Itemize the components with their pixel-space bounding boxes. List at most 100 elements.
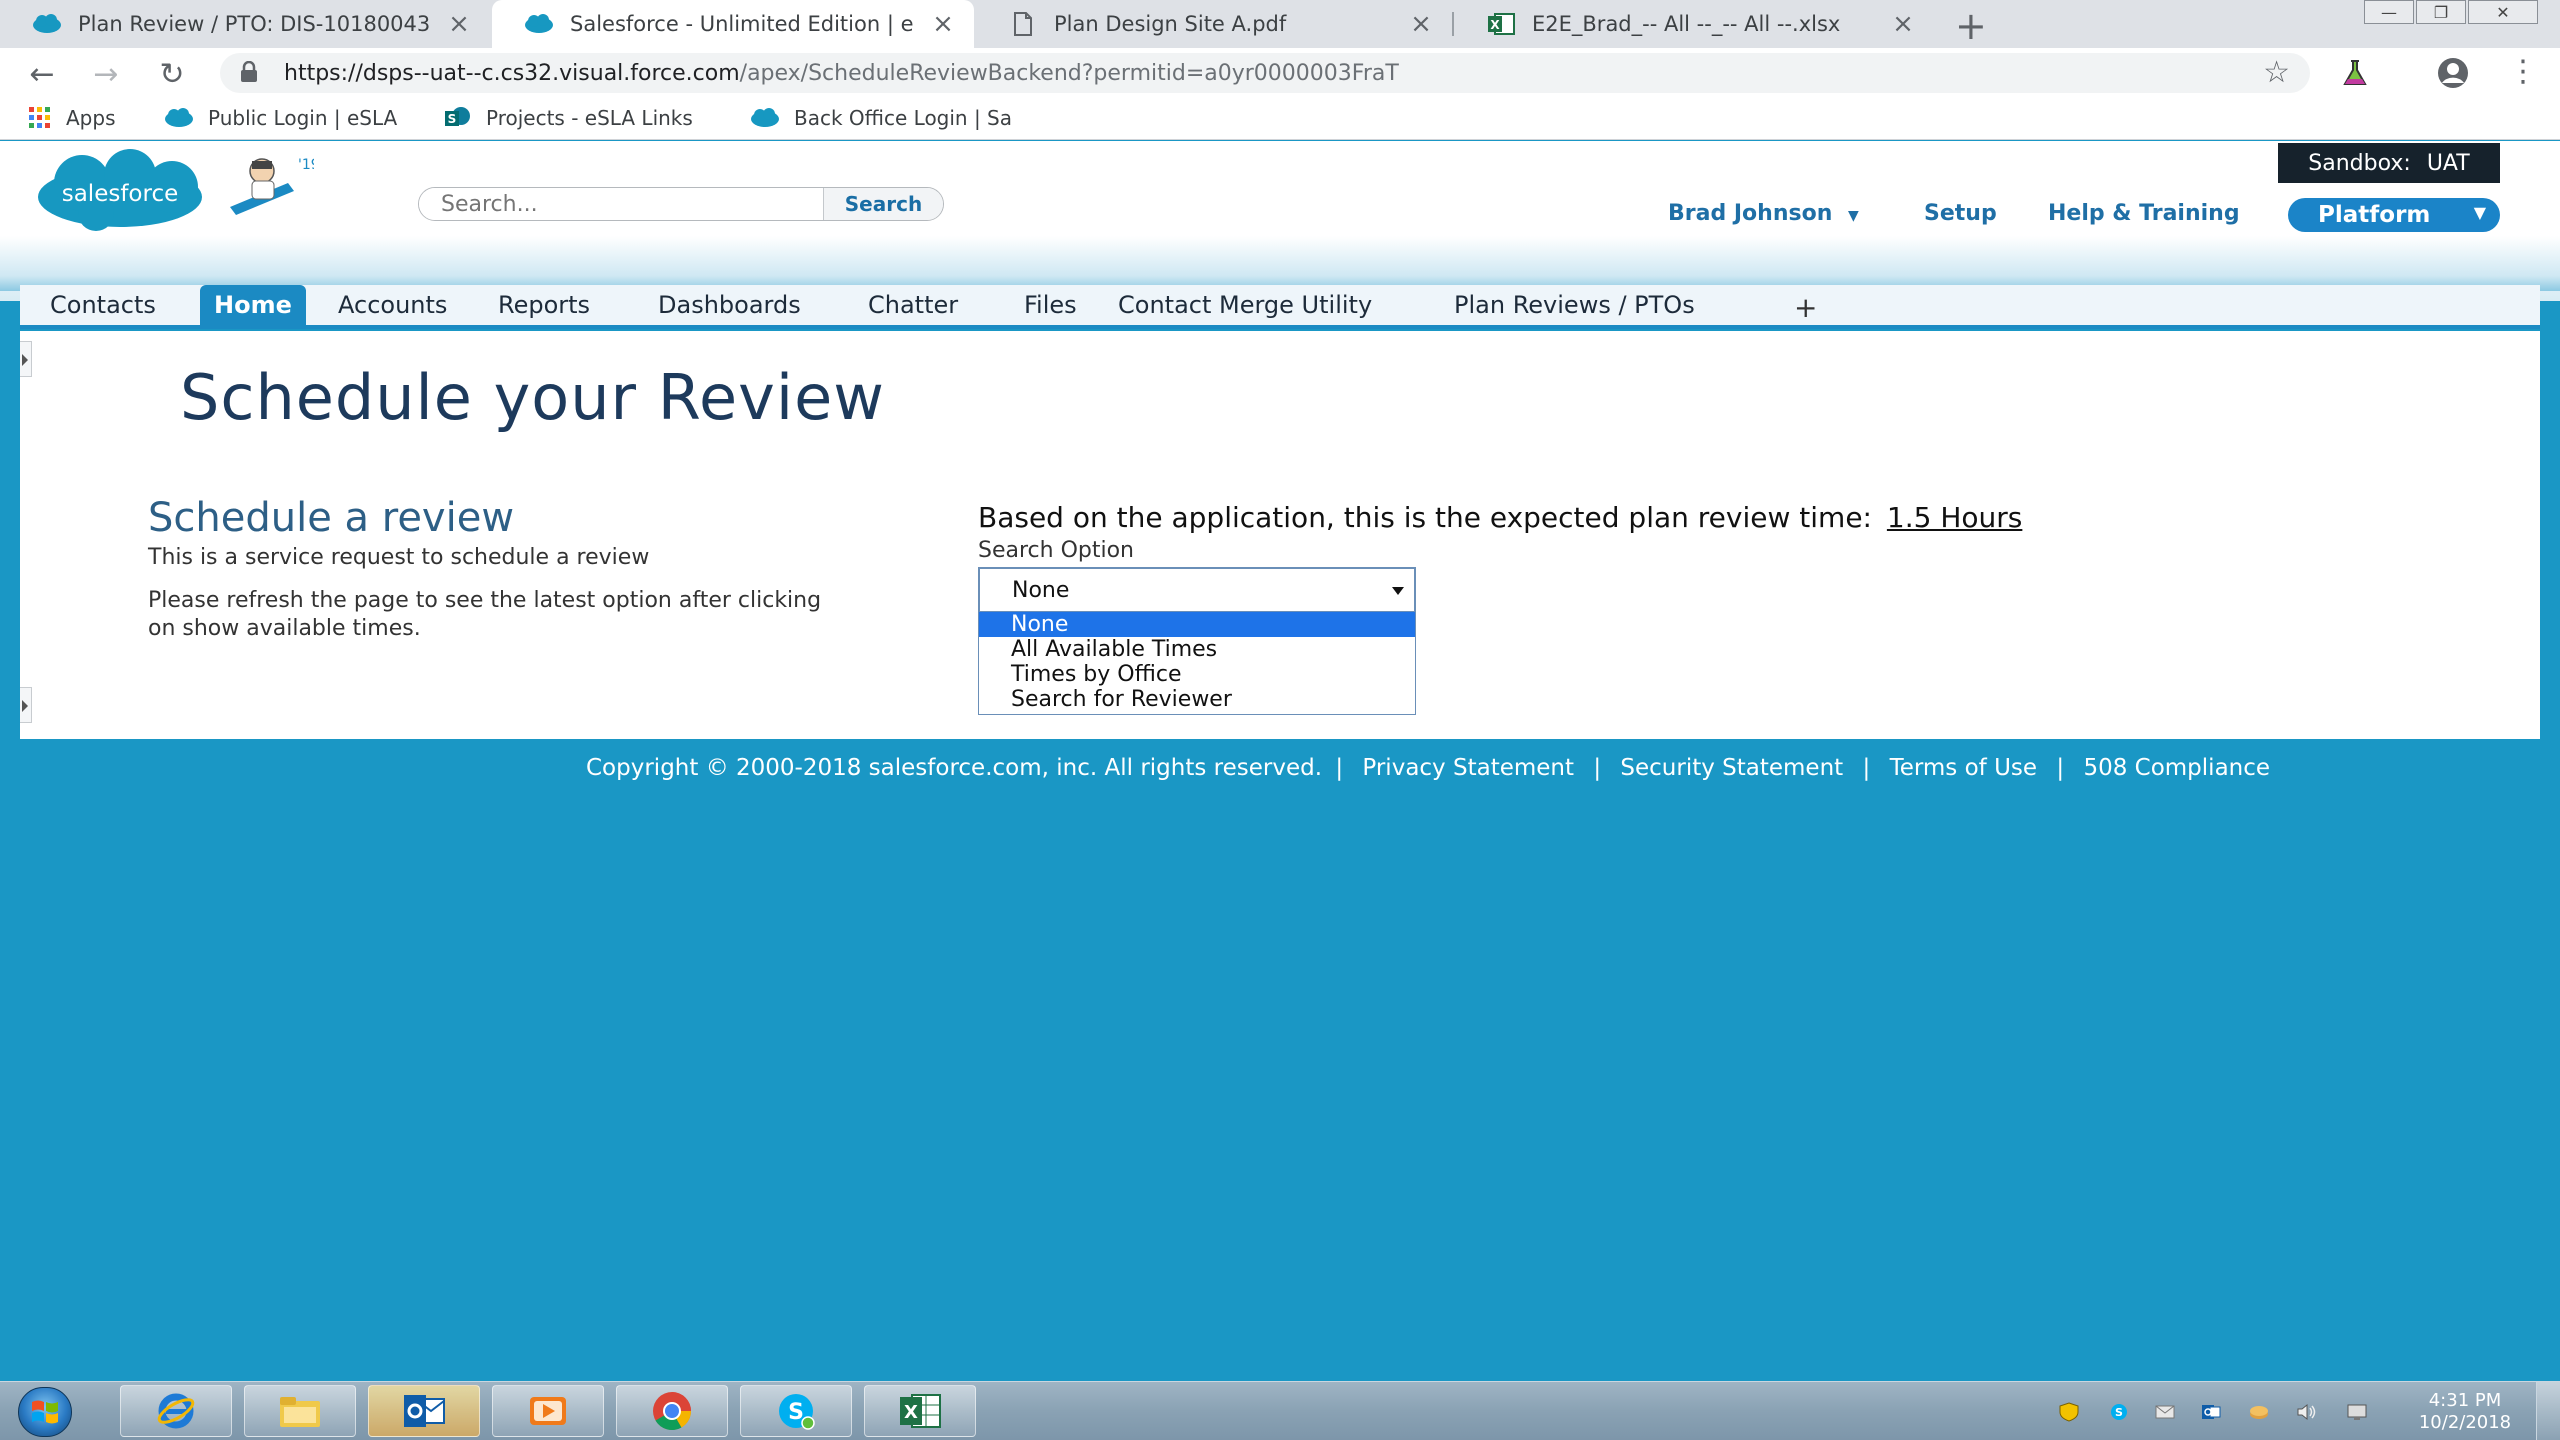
reload-icon[interactable]: ↻ [152, 54, 192, 94]
system-clock[interactable]: 4:31 PM 10/2/2018 [2400, 1390, 2530, 1434]
app-menu-label: Platform [2318, 202, 2431, 228]
bookmark-star-icon[interactable]: ☆ [2263, 55, 2290, 90]
bookmark-label: Back Office Login | Sa [794, 106, 1013, 130]
browser-tab-salesforce[interactable]: Salesforce - Unlimited Edition | e × [492, 0, 974, 48]
option-all-available-times[interactable]: All Available Times [979, 637, 1415, 662]
tab-contact-merge-utility[interactable]: Contact Merge Utility [1104, 285, 1386, 325]
search-option-select[interactable]: None [978, 567, 1416, 613]
main-content: Schedule your Review Schedule a review T… [20, 331, 2540, 739]
svg-text:S: S [448, 112, 457, 126]
browser-tab-pdf[interactable]: Plan Design Site A.pdf × [976, 0, 1452, 48]
user-name: Brad Johnson [1668, 201, 1833, 226]
salesforce-cloud-icon [32, 9, 62, 39]
bookmark-apps[interactable]: Apps [28, 106, 116, 130]
flask-extension-icon[interactable] [2340, 58, 2370, 92]
salesforce-page: salesforce '19 Search Sandbox: UAT Brad … [0, 141, 2560, 1381]
display-icon[interactable] [2346, 1402, 2368, 1422]
508-compliance-link[interactable]: 508 Compliance [2083, 755, 2270, 781]
profile-icon[interactable] [2436, 56, 2470, 94]
expected-review-label: Based on the application, this is the ex… [978, 501, 1872, 534]
option-none[interactable]: None [979, 612, 1415, 637]
search-input[interactable] [419, 188, 823, 220]
bookmark-public-login[interactable]: Public Login | eSLA [164, 106, 397, 130]
address-bar[interactable]: https://dsps--uat--c.cs32.visual.force.c… [220, 53, 2310, 93]
taskbar-chrome[interactable] [616, 1385, 728, 1437]
security-statement-link[interactable]: Security Statement [1620, 755, 1843, 781]
browser-tab-plan-review[interactable]: Plan Review / PTO: DIS-10180043 × [0, 0, 490, 48]
option-search-for-reviewer[interactable]: Search for Reviewer [979, 687, 1415, 712]
salesforce-logo[interactable]: salesforce [34, 149, 206, 237]
tab-accounts[interactable]: Accounts [324, 285, 461, 325]
close-tab-icon[interactable]: × [926, 9, 960, 39]
salesforce-cloud-icon [164, 108, 194, 128]
close-tab-icon[interactable]: × [1404, 9, 1438, 39]
terms-of-use-link[interactable]: Terms of Use [1890, 755, 2038, 781]
close-tab-icon[interactable]: × [442, 9, 476, 39]
tab-contacts[interactable]: Contacts [36, 285, 170, 325]
setup-link[interactable]: Setup [1924, 201, 1997, 226]
excel-icon: X [1486, 9, 1516, 39]
app-menu-button[interactable]: Platform ▼ [2288, 198, 2500, 232]
security-shield-icon[interactable] [2058, 1402, 2080, 1422]
close-tab-icon[interactable]: × [1886, 9, 1920, 39]
document-icon [1008, 9, 1038, 39]
browser-tab-excel[interactable]: X E2E_Brad_-- All --_-- All --.xlsx × [1454, 0, 1934, 48]
tab-plan-reviews[interactable]: Plan Reviews / PTOs [1440, 285, 1709, 325]
search-button[interactable]: Search [823, 188, 943, 220]
bookmark-back-office[interactable]: Back Office Login | Sa [750, 106, 1012, 130]
taskbar-internet-explorer[interactable] [120, 1385, 232, 1437]
privacy-statement-link[interactable]: Privacy Statement [1362, 755, 1574, 781]
bookmarks-bar: Apps Public Login | eSLA S Projects - eS… [0, 98, 2560, 140]
tab-home[interactable]: Home [200, 285, 306, 325]
url-host: https://dsps--uat--c.cs32.visual.force.c… [284, 61, 740, 86]
apps-grid-icon [28, 106, 52, 130]
help-training-link[interactable]: Help & Training [2048, 201, 2240, 226]
forward-arrow-icon[interactable]: → [86, 54, 126, 94]
taskbar-media-player[interactable] [492, 1385, 604, 1437]
svg-text:X: X [904, 1402, 918, 1423]
url-text: https://dsps--uat--c.cs32.visual.force.c… [284, 61, 1399, 86]
sidebar-toggle-handle[interactable] [20, 341, 32, 377]
taskbar-outlook[interactable] [368, 1385, 480, 1437]
browser-tab-title: Plan Design Site A.pdf [1054, 12, 1287, 36]
browser-tabstrip: Plan Review / PTO: DIS-10180043 × Salesf… [0, 0, 2560, 48]
taskbar-file-explorer[interactable] [244, 1385, 356, 1437]
taskbar-skype[interactable]: S [740, 1385, 852, 1437]
skype-tray-icon[interactable]: S [2108, 1402, 2130, 1422]
outlook-tray-icon[interactable] [2200, 1402, 2222, 1422]
file-explorer-icon [280, 1397, 320, 1427]
add-tab-icon[interactable]: + [1780, 287, 1831, 327]
sidebar-toggle-handle[interactable] [20, 687, 32, 723]
show-desktop-button[interactable] [2536, 1382, 2560, 1440]
browser-tab-title: Salesforce - Unlimited Edition | e [570, 12, 914, 36]
start-button[interactable] [18, 1387, 72, 1437]
bookmark-label: Apps [66, 106, 116, 130]
tab-chatter[interactable]: Chatter [854, 285, 972, 325]
close-window-button[interactable]: ✕ [2468, 0, 2538, 24]
salesforce-logo-text: salesforce [62, 181, 179, 207]
sharepoint-icon: S [444, 106, 472, 130]
search-option-label: Search Option [978, 538, 1134, 563]
tab-dashboards[interactable]: Dashboards [644, 285, 815, 325]
menu-kebab-icon[interactable]: ⋮ [2508, 54, 2538, 89]
svg-text:X: X [1490, 18, 1500, 32]
back-arrow-icon[interactable]: ← [22, 54, 62, 94]
skype-icon: S [779, 1394, 815, 1430]
excel-icon: X [900, 1394, 941, 1428]
browser-tab-title: E2E_Brad_-- All --_-- All --.xlsx [1532, 12, 1841, 36]
internet-explorer-icon [157, 1393, 195, 1429]
tab-reports[interactable]: Reports [484, 285, 604, 325]
network-icon[interactable] [2248, 1402, 2270, 1422]
bookmark-projects[interactable]: S Projects - eSLA Links [444, 106, 693, 130]
minimize-button[interactable]: — [2364, 0, 2414, 24]
option-times-by-office[interactable]: Times by Office [979, 662, 1415, 687]
mail-icon[interactable] [2154, 1402, 2176, 1422]
restore-button[interactable]: ❐ [2416, 0, 2466, 24]
footer-separator: | [2056, 755, 2065, 781]
copyright-text: Copyright © 2000-2018 salesforce.com, in… [586, 755, 1323, 781]
volume-icon[interactable] [2296, 1402, 2318, 1422]
user-menu[interactable]: Brad Johnson ▼ [1668, 201, 1859, 226]
tab-files[interactable]: Files [1010, 285, 1091, 325]
taskbar-excel[interactable]: X [864, 1385, 976, 1437]
new-tab-button[interactable]: + [1955, 4, 1987, 48]
